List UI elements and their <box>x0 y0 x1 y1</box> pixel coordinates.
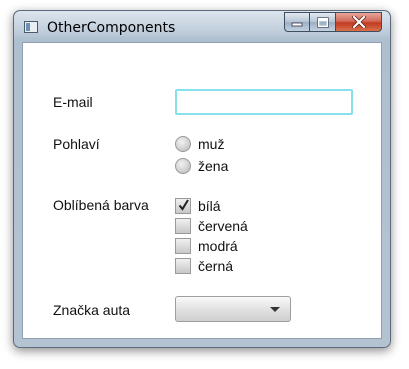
app-window: OtherComponents E-mail Pohlaví muž žena … <box>13 10 391 348</box>
email-field[interactable] <box>175 89 353 115</box>
color-option-blue[interactable]: modrá <box>175 236 238 256</box>
gender-label: Pohlaví <box>53 136 100 152</box>
color-option-red[interactable]: červená <box>175 216 248 236</box>
checkbox[interactable] <box>175 238 191 254</box>
color-option-label: červená <box>198 218 248 234</box>
gender-option-female[interactable]: žena <box>175 156 228 176</box>
car-brand-select[interactable] <box>175 296 291 322</box>
gender-option-male[interactable]: muž <box>175 134 224 154</box>
maximize-button[interactable] <box>310 12 336 32</box>
close-button[interactable] <box>336 12 382 32</box>
car-brand-label: Značka auta <box>53 302 131 318</box>
checkmark-icon <box>178 199 189 211</box>
color-option-white[interactable]: bílá <box>175 196 221 216</box>
minimize-button[interactable] <box>284 12 310 32</box>
email-label: E-mail <box>53 94 93 110</box>
color-option-label: černá <box>198 258 234 274</box>
color-option-label: bílá <box>198 198 221 214</box>
minimize-icon <box>291 22 303 27</box>
color-option-black[interactable]: černá <box>175 256 233 276</box>
caption-buttons <box>284 12 382 32</box>
app-icon <box>24 21 38 33</box>
window-title: OtherComponents <box>47 20 176 36</box>
chevron-down-icon <box>270 307 280 312</box>
maximize-icon <box>316 16 329 28</box>
checkbox[interactable] <box>175 218 191 234</box>
close-icon <box>351 16 366 28</box>
checkbox[interactable] <box>175 198 191 214</box>
gender-option-label: žena <box>198 158 229 174</box>
checkbox[interactable] <box>175 258 191 274</box>
favorite-color-label: Oblíbená barva <box>53 197 149 213</box>
form-panel: E-mail Pohlaví muž žena Oblíbená barva b… <box>22 42 382 339</box>
radio-button[interactable] <box>175 136 191 152</box>
color-option-label: modrá <box>198 238 238 254</box>
gender-option-label: muž <box>198 136 225 152</box>
radio-button[interactable] <box>175 158 191 174</box>
